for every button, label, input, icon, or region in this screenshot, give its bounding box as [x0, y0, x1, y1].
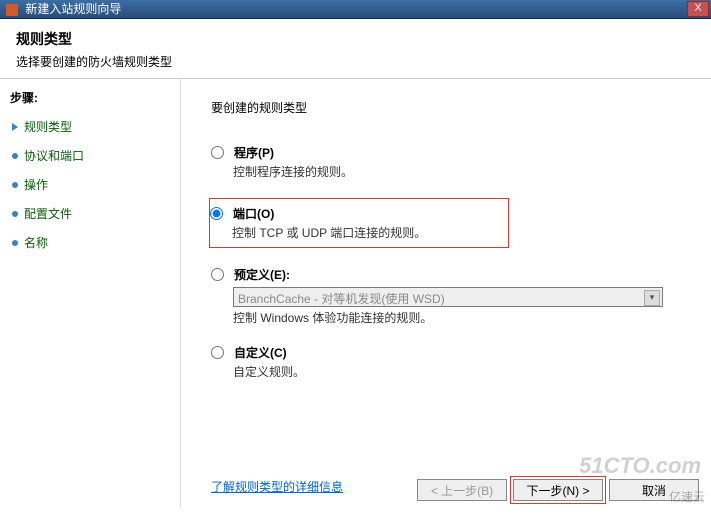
- window-title: 新建入站规则向导: [25, 2, 121, 16]
- step-label: 操作: [24, 176, 48, 193]
- option-desc: 控制程序连接的规则。: [233, 163, 691, 180]
- step-name[interactable]: 名称: [0, 228, 180, 257]
- step-rule-type[interactable]: 规则类型: [0, 112, 180, 141]
- option-label: 自定义(C): [234, 344, 287, 361]
- option-desc: 自定义规则。: [233, 363, 691, 380]
- step-label: 名称: [24, 234, 48, 251]
- step-label: 规则类型: [24, 118, 72, 135]
- bullet-icon: [12, 211, 18, 217]
- page-title: 规则类型: [16, 29, 695, 49]
- bullet-icon: [12, 240, 18, 246]
- option-label: 端口(O): [233, 205, 274, 222]
- step-label: 协议和端口: [24, 147, 84, 164]
- predefined-dropdown[interactable]: BranchCache - 对等机发现(使用 WSD) ▾: [233, 287, 663, 307]
- watermark-logo: 51CTO.com: [579, 453, 701, 479]
- option-port: 端口(O) 控制 TCP 或 UDP 端口连接的规则。: [209, 198, 509, 248]
- bullet-icon: [12, 153, 18, 159]
- wizard-footer: < 上一步(B) 下一步(N) > 取消: [417, 479, 699, 501]
- radio-custom[interactable]: [211, 346, 224, 359]
- chevron-down-icon: ▾: [644, 290, 660, 306]
- close-button[interactable]: X: [687, 1, 709, 17]
- steps-heading: 步骤:: [0, 87, 180, 112]
- arrow-icon: [12, 123, 18, 131]
- page-subtitle: 选择要创建的防火墙规则类型: [16, 53, 695, 70]
- main-panel: 要创建的规则类型 程序(P) 控制程序连接的规则。 端口(O) 控制 TCP 或…: [181, 79, 711, 509]
- option-custom: 自定义(C) 自定义规则。: [211, 344, 691, 380]
- back-button: < 上一步(B): [417, 479, 507, 501]
- step-profile[interactable]: 配置文件: [0, 199, 180, 228]
- radio-program[interactable]: [211, 146, 224, 159]
- option-predefined: 预定义(E): BranchCache - 对等机发现(使用 WSD) ▾ 控制…: [211, 266, 691, 326]
- radio-predefined[interactable]: [211, 268, 224, 281]
- bullet-icon: [12, 182, 18, 188]
- cancel-button[interactable]: 取消: [609, 479, 699, 501]
- step-protocol-port[interactable]: 协议和端口: [0, 141, 180, 170]
- steps-sidebar: 步骤: 规则类型 协议和端口 操作 配置文件 名称: [0, 79, 181, 509]
- next-button[interactable]: 下一步(N) >: [513, 479, 603, 501]
- learn-more-link[interactable]: 了解规则类型的详细信息: [211, 478, 343, 495]
- option-program: 程序(P) 控制程序连接的规则。: [211, 144, 691, 180]
- option-desc: 控制 Windows 体验功能连接的规则。: [233, 309, 691, 326]
- step-label: 配置文件: [24, 205, 72, 222]
- wizard-header: 规则类型 选择要创建的防火墙规则类型: [0, 19, 711, 79]
- option-label: 预定义(E):: [234, 266, 290, 283]
- app-icon: [6, 4, 18, 16]
- dropdown-value: BranchCache - 对等机发现(使用 WSD): [238, 292, 445, 306]
- option-label: 程序(P): [234, 144, 274, 161]
- radio-port[interactable]: [210, 207, 223, 220]
- step-action[interactable]: 操作: [0, 170, 180, 199]
- prompt-text: 要创建的规则类型: [211, 99, 691, 116]
- titlebar: 新建入站规则向导 X: [0, 0, 711, 19]
- option-desc: 控制 TCP 或 UDP 端口连接的规则。: [232, 224, 498, 241]
